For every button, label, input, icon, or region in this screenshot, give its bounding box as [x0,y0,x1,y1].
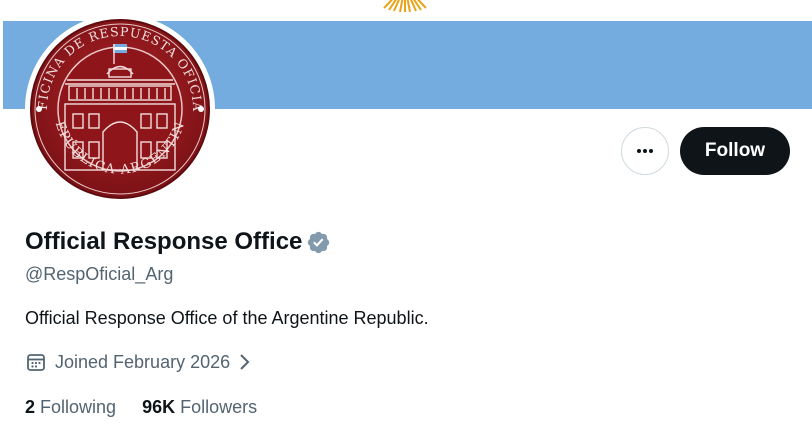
following-label: Following [40,397,117,417]
more-horizontal-icon [637,149,653,153]
follow-stats: 2 Following 96K Followers [25,397,283,418]
follow-button[interactable]: Follow [680,127,790,175]
more-options-button[interactable] [621,127,669,175]
following-link[interactable]: 2 Following [25,397,116,418]
followers-label: Followers [180,397,258,417]
verified-badge-icon[interactable] [306,230,331,255]
official-seal-logo: OFICINA DE RESPUESTA OFICIAL REPÚBLICA A… [25,14,210,199]
following-count: 2 [25,397,36,417]
profile-bio: Official Response Office of the Argentin… [25,308,429,328]
chevron-right-icon [236,352,252,372]
name-row: Official Response Office [25,225,331,259]
joined-date-text: Joined February 2026 [55,351,231,372]
avatar[interactable]: OFICINA DE RESPUESTA OFICIAL REPÚBLICA A… [25,14,215,204]
followers-count: 96K [142,397,176,417]
sun-icon [383,0,427,13]
followers-link[interactable]: 96K Followers [142,397,257,418]
user-handle: @RespOficial_Arg [25,264,174,284]
profile-page: OFICINA DE RESPUESTA OFICIAL REPÚBLICA A… [0,0,812,430]
joined-date-link[interactable]: Joined February 2026 [25,349,252,375]
display-name: Official Response Office [25,228,303,255]
calendar-icon [25,351,47,373]
